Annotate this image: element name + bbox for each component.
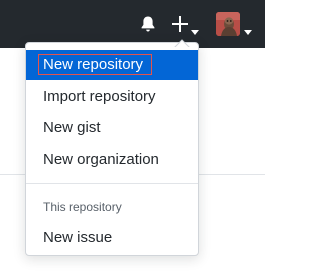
caret-down-icon: [191, 22, 199, 35]
menu-item-new-repository[interactable]: New repository: [26, 50, 198, 80]
menu-item-label: Import repository: [43, 88, 156, 105]
user-menu-button[interactable]: [216, 12, 262, 38]
create-new-button[interactable]: [172, 12, 202, 36]
bell-icon[interactable]: [140, 15, 156, 33]
menu-item-label: New issue: [43, 229, 113, 246]
menu-item-import-repository[interactable]: Import repository: [26, 82, 198, 112]
caret-down-icon: [244, 22, 252, 35]
menu-divider: [26, 183, 198, 184]
dropdown-pointer: [172, 35, 192, 49]
section-header: This repository: [43, 200, 122, 214]
header-bar: [0, 0, 265, 48]
menu-item-label: New gist: [43, 119, 101, 136]
create-new-dropdown: New repository Import repository New gis…: [25, 39, 199, 256]
selection-highlight-box: [38, 54, 152, 75]
avatar: [216, 12, 240, 36]
plus-icon: [172, 16, 188, 32]
menu-item-new-organization[interactable]: New organization: [26, 145, 198, 175]
menu-item-new-issue[interactable]: New issue: [26, 223, 198, 253]
menu-item-label: New organization: [43, 151, 159, 168]
menu-item-new-gist[interactable]: New gist: [26, 113, 198, 143]
